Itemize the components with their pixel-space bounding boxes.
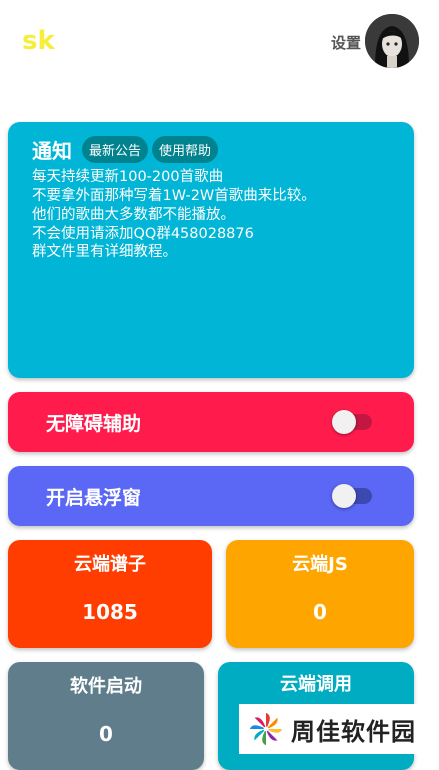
- cloud-scores-card[interactable]: 云端谱子 1085: [8, 540, 212, 648]
- cloud-js-card[interactable]: 云端JS 0: [226, 540, 414, 648]
- notice-line: 群文件里有详细教程。: [32, 244, 177, 261]
- floating-window-label: 开启悬浮窗: [46, 487, 142, 509]
- notice-body: 每天持续更新100-200首歌曲 不要拿外面那种写着1W-2W首歌曲来比较。 他…: [32, 168, 316, 262]
- notice-line: 不会使用请添加QQ群458028876: [32, 225, 254, 242]
- pinwheel-logo-icon: [249, 712, 283, 746]
- app-launch-count: 0: [99, 722, 113, 746]
- cloud-calls-title: 云端调用: [280, 674, 352, 695]
- floating-window-toggle-row[interactable]: 开启悬浮窗: [8, 466, 414, 526]
- notice-title: 通知: [32, 139, 72, 163]
- notice-card: 通知 最新公告 使用帮助 每天持续更新100-200首歌曲 不要拿外面那种写着1…: [8, 122, 414, 378]
- accessibility-switch[interactable]: [332, 410, 372, 434]
- accessibility-toggle-row[interactable]: 无障碍辅助: [8, 392, 414, 452]
- notice-line: 每天持续更新100-200首歌曲: [32, 169, 224, 185]
- cloud-scores-count: 1085: [82, 600, 138, 624]
- switch-thumb: [332, 410, 356, 434]
- switch-thumb: [332, 484, 356, 508]
- accessibility-label: 无障碍辅助: [46, 413, 142, 435]
- notice-header: 通知 最新公告 使用帮助: [32, 135, 222, 164]
- watermark-text: 周佳软件园: [291, 717, 416, 746]
- app-title: sk: [22, 26, 55, 56]
- help-chip[interactable]: 使用帮助: [152, 136, 219, 163]
- latest-announcement-chip[interactable]: 最新公告: [82, 136, 149, 163]
- avatar-icon[interactable]: [365, 14, 419, 68]
- notice-line: 不要拿外面那种写着1W-2W首歌曲来比较。: [32, 187, 316, 204]
- notice-line: 他们的歌曲大多数都不能播放。: [32, 206, 235, 223]
- cloud-scores-title: 云端谱子: [74, 554, 146, 575]
- settings-button[interactable]: 设置: [331, 32, 361, 53]
- cloud-js-count: 0: [313, 600, 327, 624]
- cloud-js-title: 云端JS: [292, 554, 348, 575]
- watermark: 周佳软件园: [239, 704, 439, 754]
- app-launch-title: 软件启动: [70, 676, 142, 697]
- floating-window-switch[interactable]: [332, 484, 372, 508]
